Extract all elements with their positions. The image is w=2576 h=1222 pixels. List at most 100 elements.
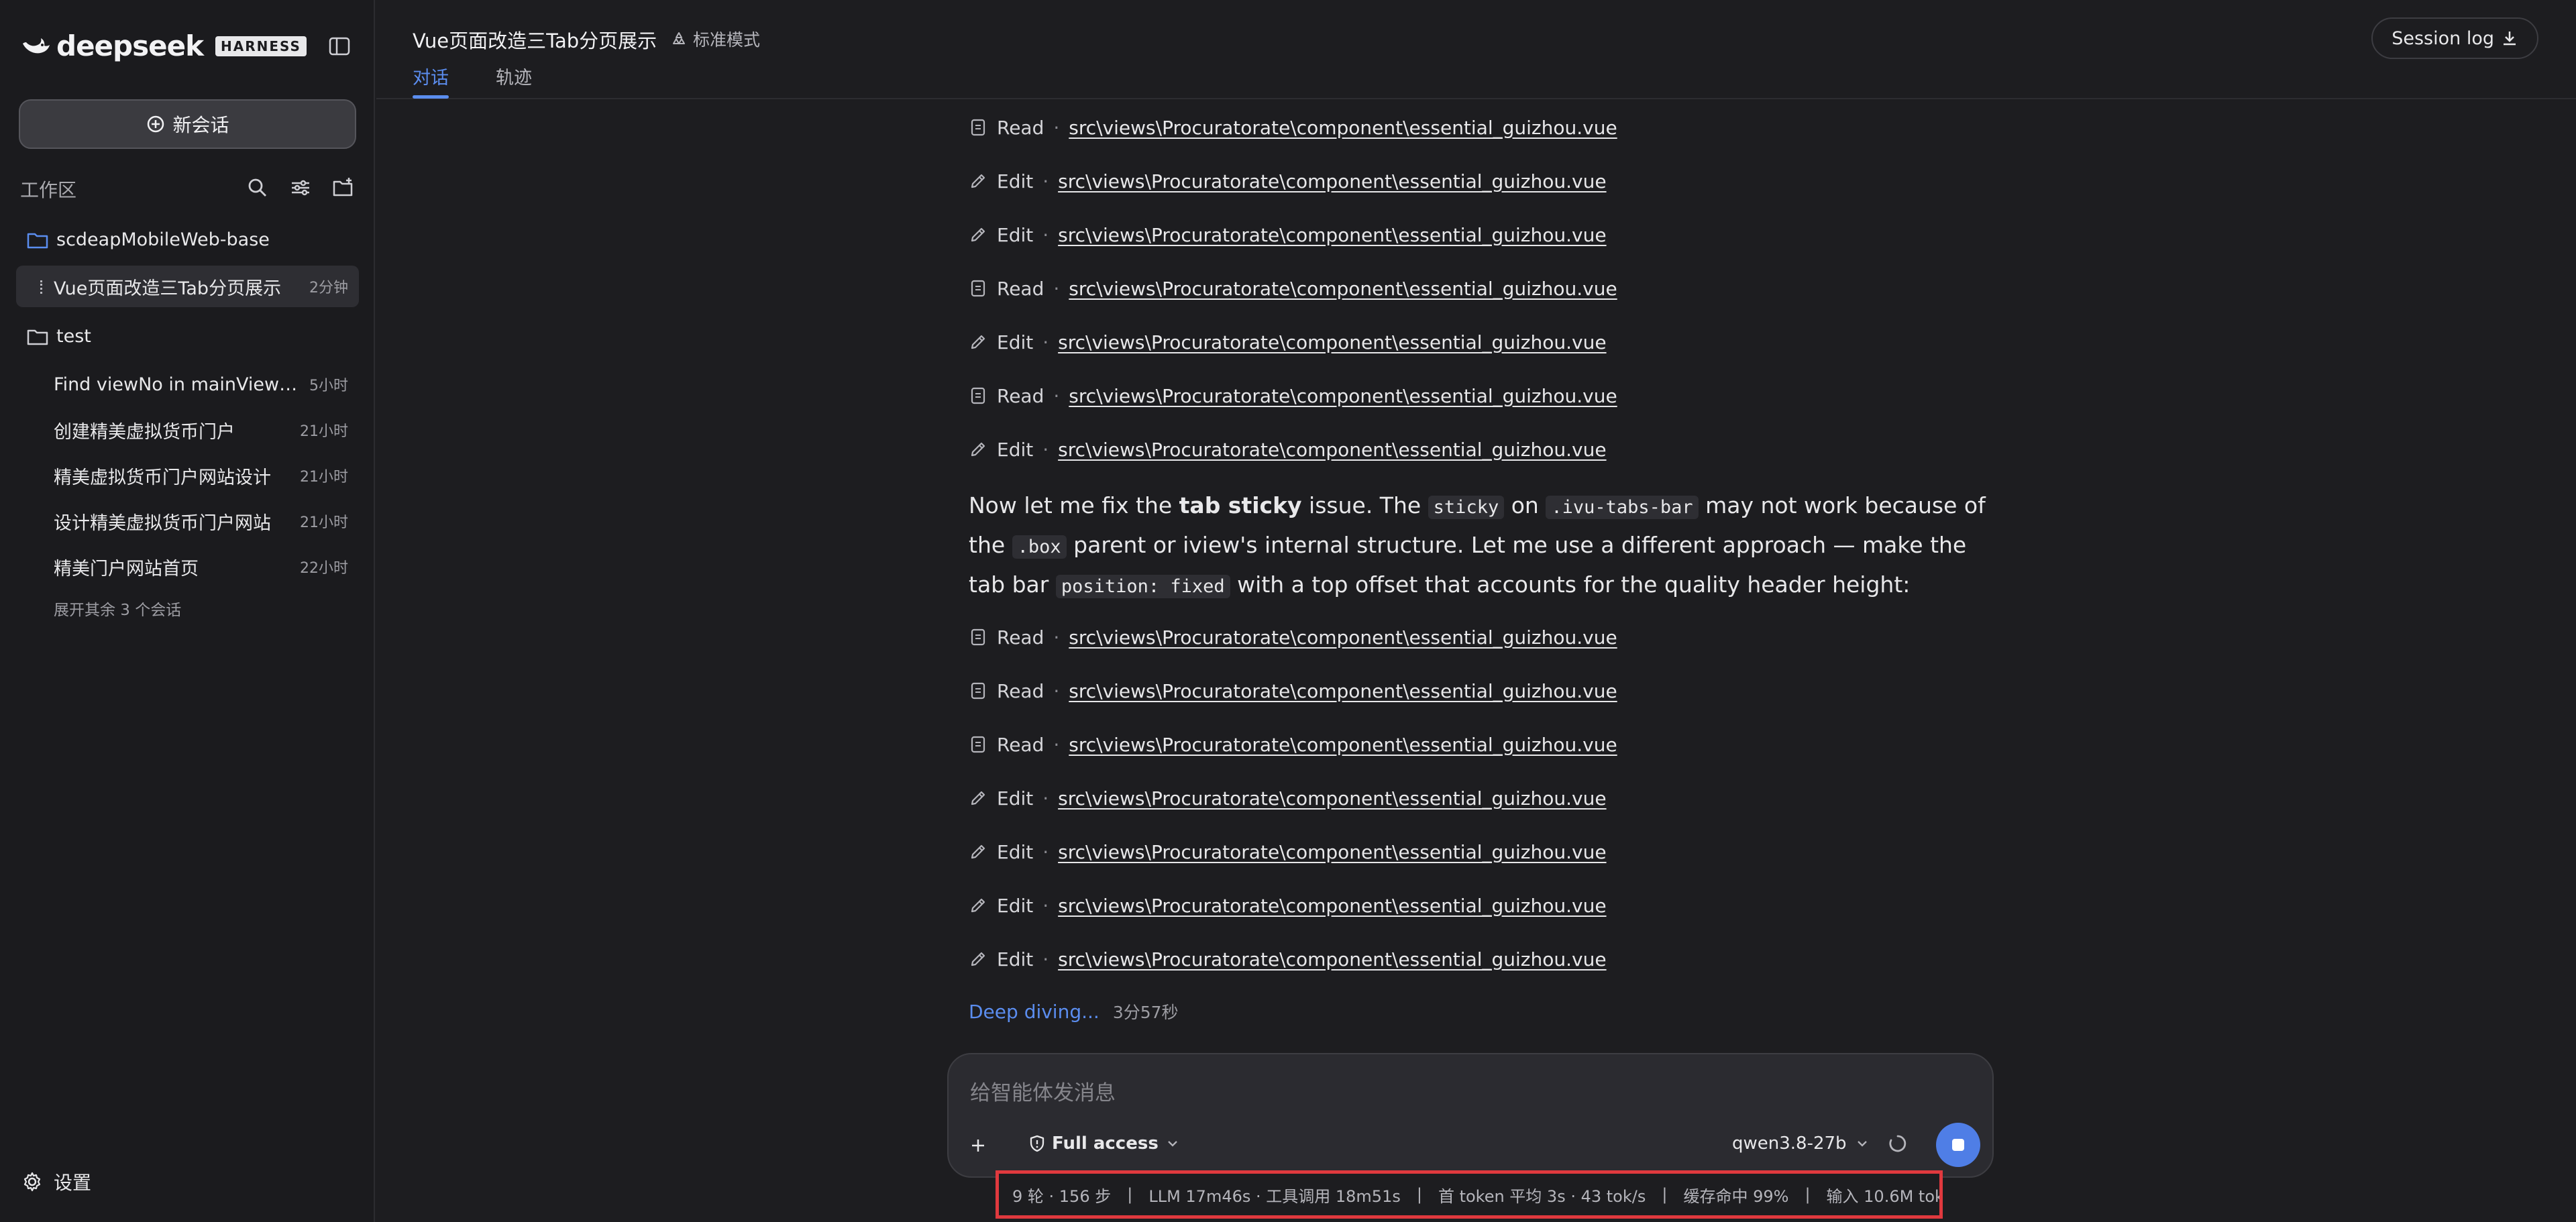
tool-call-row[interactable]: Read · src\views\Procuratorate\component\e… [969, 113, 1617, 142]
access-dropdown[interactable]: Full access [1028, 1133, 1180, 1154]
doc-icon [971, 736, 985, 753]
tool-call-row[interactable]: Read · src\views\Procuratorate\component\e… [969, 622, 1617, 652]
plus-icon [972, 1140, 984, 1152]
chevron-down-icon [1167, 1141, 1177, 1147]
inline-code: .ivu-tabs-bar [1546, 496, 1699, 519]
tool-action: Edit [997, 331, 1034, 353]
separator-dot: · [1053, 679, 1060, 702]
tool-call-row[interactable]: Read · src\views\Procuratorate\component\e… [969, 381, 1617, 410]
separator-dot: · [1042, 894, 1049, 917]
folder-test[interactable]: test [27, 326, 91, 347]
status-separator: | [1127, 1185, 1133, 1204]
file-path-link[interactable]: src\views\Procuratorate\component\essent… [1069, 278, 1617, 300]
session-time: 21小时 [300, 469, 348, 486]
session-item[interactable]: 设计精美虚拟货币门户网站 21小时 [16, 500, 359, 542]
settings-button[interactable]: 设置 [21, 1168, 91, 1195]
tool-action: Edit [997, 894, 1034, 917]
doc-icon [971, 628, 985, 646]
shield-icon [1030, 1135, 1044, 1152]
doc-icon [971, 682, 985, 700]
session-log-button[interactable]: Session log [2371, 17, 2538, 59]
top-bar: Vue页面改造三Tab分页展示 标准模式 对话 轨迹 Session log [376, 0, 2576, 99]
app-window: deepseek HARNESS 新会话 工作区 scdeapMobileWeb… [0, 0, 2576, 1222]
status-separator: | [1805, 1185, 1811, 1204]
tool-call-row[interactable]: Read · src\views\Procuratorate\component\e… [969, 730, 1617, 759]
model-selector[interactable]: qwen3.8-27b [1732, 1133, 1870, 1154]
tool-call-row[interactable]: Read · src\views\Procuratorate\component\e… [969, 274, 1617, 303]
stop-button[interactable] [1936, 1123, 1980, 1167]
file-path-link[interactable]: src\views\Procuratorate\component\essent… [1058, 224, 1606, 246]
tool-call-row[interactable]: Edit · src\views\Procuratorate\component\e… [969, 166, 1607, 196]
sidebar-toggle-icon[interactable] [328, 35, 351, 58]
tab-conversation[interactable]: 对话 [413, 63, 449, 89]
tool-call-row[interactable]: Edit · src\views\Procuratorate\component\e… [969, 220, 1607, 249]
file-path-link[interactable]: src\views\Procuratorate\component\essent… [1058, 895, 1606, 917]
new-folder-icon[interactable] [331, 176, 356, 200]
file-path-link[interactable]: src\views\Procuratorate\component\essent… [1069, 385, 1617, 407]
active-tab-indicator [413, 95, 449, 99]
file-path-link[interactable]: src\views\Procuratorate\component\essent… [1069, 117, 1617, 139]
logo-text: deepseek [56, 30, 204, 62]
file-path-link[interactable]: src\views\Procuratorate\component\essent… [1058, 439, 1606, 461]
attach-button[interactable] [961, 1128, 996, 1163]
inline-code: .box [1012, 535, 1067, 559]
tool-action: Read [997, 679, 1044, 702]
session-item[interactable]: 精美门户网站首页 22小时 [16, 546, 359, 588]
file-path-link[interactable]: src\views\Procuratorate\component\essent… [1058, 841, 1606, 863]
tool-call-row[interactable]: Edit · src\views\Procuratorate\component\e… [969, 327, 1607, 357]
expand-sessions-link[interactable]: 展开其余 3 个会话 [54, 597, 181, 620]
session-item-active[interactable]: Vue页面改造三Tab分页展示 2分钟 [16, 266, 359, 307]
tool-action: Read [997, 733, 1044, 756]
tool-action: Edit [997, 223, 1034, 246]
file-path-link[interactable]: src\views\Procuratorate\component\essent… [1058, 170, 1606, 192]
separator-dot: · [1042, 840, 1049, 863]
session-item[interactable]: Find viewNo in mainViewPa... 5小时 [16, 364, 359, 405]
filter-sliders-icon[interactable] [288, 176, 313, 200]
session-log-label: Session log [2392, 27, 2494, 49]
tool-action: Edit [997, 787, 1034, 810]
file-path-link[interactable]: src\views\Procuratorate\component\essent… [1058, 331, 1606, 353]
download-icon [2504, 32, 2516, 46]
folder-scdeapmobileweb-base[interactable]: scdeapMobileWeb-base [27, 229, 270, 250]
status-bar: 9 轮 · 156 步 | LLM 17m46s · 工具调用 18m51s |… [996, 1170, 1943, 1219]
file-path-link[interactable]: src\views\Procuratorate\component\essent… [1058, 948, 1606, 970]
separator-dot: · [1042, 223, 1049, 246]
new-chat-button[interactable]: 新会话 [19, 99, 356, 149]
progress-status: Deep diving... 3分57秒 [969, 999, 1179, 1023]
message-input[interactable]: 给智能体发消息 [970, 1076, 1116, 1106]
tab-trajectory[interactable]: 轨迹 [496, 63, 532, 89]
pencil-icon [971, 227, 985, 242]
whale-logo-icon [23, 38, 50, 53]
file-path-link[interactable]: src\views\Procuratorate\component\essent… [1069, 734, 1617, 756]
pencil-icon [971, 844, 985, 859]
session-item[interactable]: 创建精美虚拟货币门户 21小时 [16, 409, 359, 451]
doc-icon [971, 119, 985, 136]
session-item[interactable]: 精美虚拟货币门户网站设计 21小时 [16, 455, 359, 496]
session-title: Find viewNo in mainViewPa... [54, 374, 303, 395]
file-path-link[interactable]: src\views\Procuratorate\component\essent… [1069, 680, 1617, 702]
pencil-icon [971, 952, 985, 966]
tool-call-row[interactable]: Edit · src\views\Procuratorate\component\e… [969, 783, 1607, 813]
drag-handle-icon[interactable] [40, 280, 43, 294]
tool-call-row[interactable]: Read · src\views\Procuratorate\component\e… [969, 676, 1617, 706]
tool-call-row[interactable]: Edit · src\views\Procuratorate\component\e… [969, 435, 1607, 464]
tool-call-row[interactable]: Edit · src\views\Procuratorate\component\e… [969, 837, 1607, 867]
file-path-link[interactable]: src\views\Procuratorate\component\essent… [1058, 787, 1606, 810]
tool-action: Edit [997, 170, 1034, 192]
tool-call-row[interactable]: Edit · src\views\Procuratorate\component\e… [969, 944, 1607, 974]
session-title: 精美虚拟货币门户网站设计 [54, 467, 271, 488]
recycle-icon [673, 32, 685, 44]
session-time: 22小时 [300, 560, 348, 577]
folder-name: test [56, 326, 91, 347]
tool-call-row[interactable]: Edit · src\views\Procuratorate\component\e… [969, 891, 1607, 920]
access-label: Full access [1052, 1133, 1159, 1154]
message-composer[interactable]: 给智能体发消息 Full access qwen3.8-27b [947, 1053, 1994, 1178]
file-path-link[interactable]: src\views\Procuratorate\component\essent… [1069, 626, 1617, 649]
folder-icon [27, 329, 48, 345]
sidebar: deepseek HARNESS 新会话 工作区 scdeapMobileWeb… [0, 0, 375, 1222]
mode-indicator[interactable]: 标准模式 [670, 27, 760, 51]
tool-action: Read [997, 384, 1044, 407]
status-separator: | [1416, 1185, 1422, 1204]
search-icon[interactable] [246, 176, 270, 200]
folder-name: scdeapMobileWeb-base [56, 229, 270, 250]
